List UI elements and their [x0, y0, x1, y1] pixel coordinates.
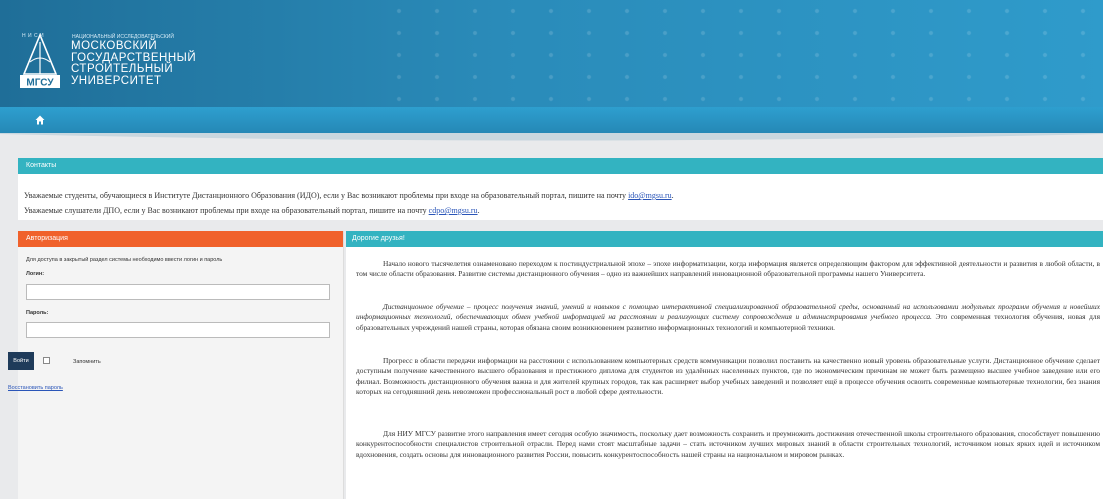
contacts-text-end: .: [671, 191, 674, 200]
navbar-shadow-curve: [0, 133, 1103, 141]
cdpo-email-link[interactable]: cdpo@mgsu.ru: [429, 206, 478, 215]
password-input[interactable]: [26, 322, 330, 338]
paragraph-text: Прогресс в области передачи информации н…: [356, 356, 1100, 396]
auth-panel: Авторизация Для доступа в закрытый разде…: [18, 231, 344, 499]
login-input[interactable]: [26, 284, 330, 300]
paragraph-text: Начало нового тысячелетия ознаменовано п…: [356, 259, 1100, 279]
university-name-line: МОСКОВСКИЙ: [71, 40, 158, 52]
contacts-text-end: .: [477, 206, 480, 215]
restore-password-link[interactable]: Восстановить пароль: [8, 385, 63, 391]
welcome-paragraph: Для НИУ МГСУ развитие этого направления …: [356, 429, 1100, 460]
contacts-panel: Контакты Уважаемые студенты, обучающиеся…: [18, 158, 1103, 220]
password-label: Пароль:: [26, 310, 49, 316]
contacts-line-ido: Уважаемые студенты, обучающиеся в Инстит…: [24, 191, 674, 200]
contacts-text: Уважаемые слушатели ДПО, если у Вас возн…: [24, 206, 429, 215]
remember-checkbox[interactable]: [43, 357, 50, 364]
university-name-line: СТРОИТЕЛЬНЫЙ: [71, 63, 174, 75]
paragraph-text: Для НИУ МГСУ развитие этого направления …: [356, 429, 1100, 459]
university-name-line: УНИВЕРСИТЕТ: [71, 74, 162, 87]
logo-abbr: МГСУ: [26, 78, 54, 89]
login-button[interactable]: Войти: [8, 352, 34, 370]
welcome-title: Дорогие друзья!: [346, 231, 1103, 247]
university-logo-icon[interactable]: МГСУ: [18, 32, 62, 90]
contacts-line-dpo: Уважаемые слушатели ДПО, если у Вас возн…: [24, 206, 480, 215]
home-icon[interactable]: [35, 115, 45, 125]
ido-email-link[interactable]: ido@mgsu.ru: [628, 191, 672, 200]
welcome-paragraph: Начало нового тысячелетия ознаменовано п…: [356, 259, 1100, 280]
contacts-title: Контакты: [18, 158, 1103, 174]
university-name[interactable]: МОСКОВСКИЙ ГОСУДАРСТВЕННЫЙ СТРОИТЕЛЬНЫЙ …: [71, 40, 196, 87]
header-pattern: [380, 0, 1103, 107]
login-label: Логин:: [26, 271, 45, 277]
welcome-paragraph: Дистанционное обучение – процесс получен…: [356, 302, 1100, 333]
logo-top-letters: Н И С И: [22, 33, 45, 39]
top-navbar: [0, 107, 1103, 133]
auth-title: Авторизация: [18, 231, 343, 247]
welcome-paragraph: Прогресс в области передачи информации н…: [356, 356, 1100, 397]
auth-hint: Для доступа в закрытый раздел системы не…: [26, 257, 223, 263]
contacts-text: Уважаемые студенты, обучающиеся в Инстит…: [24, 191, 629, 200]
welcome-panel: Дорогие друзья! Начало нового тысячелети…: [346, 231, 1103, 499]
remember-label: Запомнить: [73, 359, 101, 365]
